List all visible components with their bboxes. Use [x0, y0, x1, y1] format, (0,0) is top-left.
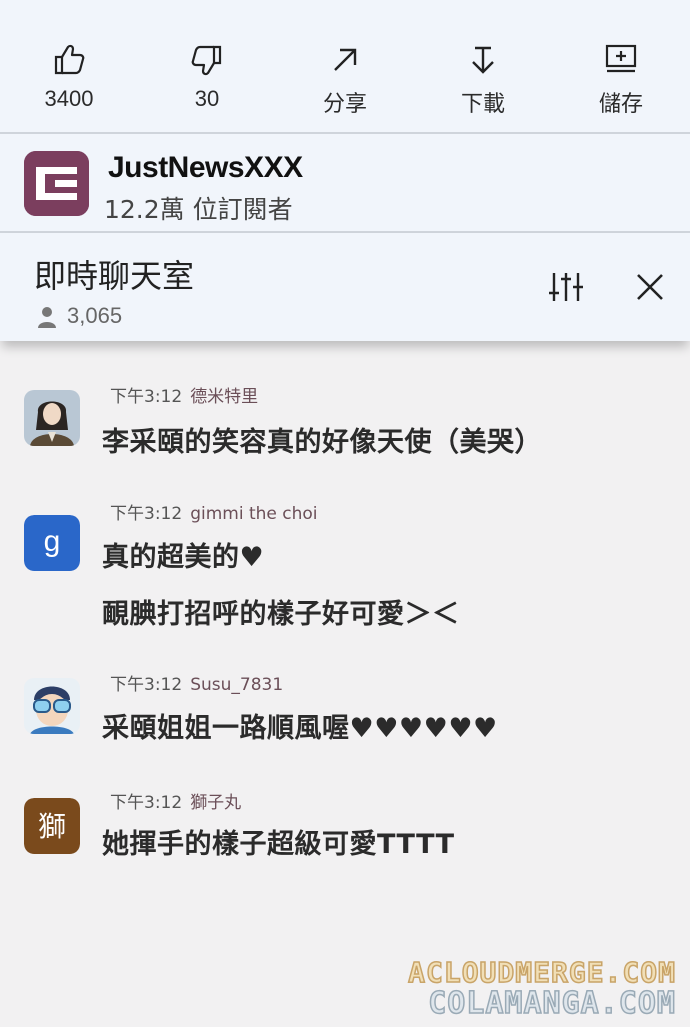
- close-chat-button[interactable]: [630, 267, 670, 307]
- message-text: 李采頤的笑容真的好像天使（美哭）: [102, 427, 542, 458]
- download-button[interactable]: 下載: [428, 42, 538, 118]
- message-author[interactable]: gimmi the choi: [190, 504, 317, 524]
- watermark-line-1: ACLOUDMERGE.COM: [407, 955, 676, 990]
- message-author[interactable]: 獅子丸: [190, 793, 241, 813]
- avatar-letter: 獅: [38, 810, 66, 843]
- filter-button[interactable]: [546, 267, 586, 307]
- like-count: 3400: [44, 86, 94, 111]
- message-time: 下午3:12: [110, 793, 183, 813]
- message-meta: 下午3:12 獅子丸: [110, 788, 241, 813]
- save-button[interactable]: 儲存: [566, 42, 676, 118]
- sliders-icon: [549, 273, 583, 301]
- download-icon: [472, 46, 494, 74]
- lion-char-avatar[interactable]: 獅: [24, 798, 80, 854]
- thumbs-down-icon: [191, 45, 222, 76]
- message-time: 下午3:12: [110, 387, 183, 407]
- channel-logo: [24, 151, 89, 216]
- channel-name: JustNewsXXX: [108, 151, 303, 184]
- live-chat-title: 即時聊天室: [34, 257, 195, 295]
- avatar-letter: g: [44, 525, 61, 558]
- message-text: 真的超美的♥: [102, 542, 265, 573]
- dislike-count: 30: [194, 86, 220, 111]
- message-time: 下午3:12: [110, 675, 183, 695]
- person-icon: [38, 307, 56, 328]
- message-text: 靦腆打招呼的樣子好可愛＞＜: [102, 599, 460, 630]
- channel-row[interactable]: JustNewsXXX 12.2萬 位訂閱者: [0, 134, 690, 233]
- download-label: 下載: [460, 91, 505, 116]
- channel-logo-icon: [24, 151, 89, 216]
- message-text: 她揮手的樣子超級可愛TTTT: [102, 829, 455, 860]
- letter-g-avatar[interactable]: g: [24, 515, 80, 571]
- message-meta: 下午3:12 Susu_7831: [110, 670, 283, 695]
- live-chat-header: 即時聊天室 3,065: [0, 233, 690, 341]
- woman-in-suit-avatar[interactable]: [24, 390, 80, 446]
- message-author[interactable]: Susu_7831: [190, 675, 283, 695]
- subscriber-count: 12.2萬 位訂閱者: [104, 195, 293, 224]
- thumbs-up-icon: [54, 44, 85, 75]
- save-label: 儲存: [598, 91, 643, 116]
- share-icon: [334, 48, 357, 71]
- close-icon: [637, 274, 663, 300]
- action-bar: 3400 30 分享 下載 儲存: [0, 0, 690, 134]
- message-time: 下午3:12: [110, 504, 183, 524]
- save-to-playlist-icon: [605, 44, 637, 73]
- share-label: 分享: [322, 91, 367, 116]
- goggles-boy-avatar[interactable]: [24, 678, 80, 734]
- message-author[interactable]: 德米特里: [190, 387, 258, 407]
- message-text: 采頤姐姐一路順風喔♥♥♥♥♥♥: [102, 713, 498, 744]
- share-button[interactable]: 分享: [290, 42, 400, 118]
- dislike-button[interactable]: 30: [152, 42, 262, 112]
- message-meta: 下午3:12 德米特里: [110, 382, 258, 407]
- message-meta: 下午3:12 gimmi the choi: [110, 499, 318, 524]
- viewer-count: 3,065: [67, 303, 123, 328]
- watermark-line-2: COLAMANGA.COM: [427, 985, 676, 1022]
- like-button[interactable]: 3400: [14, 42, 124, 112]
